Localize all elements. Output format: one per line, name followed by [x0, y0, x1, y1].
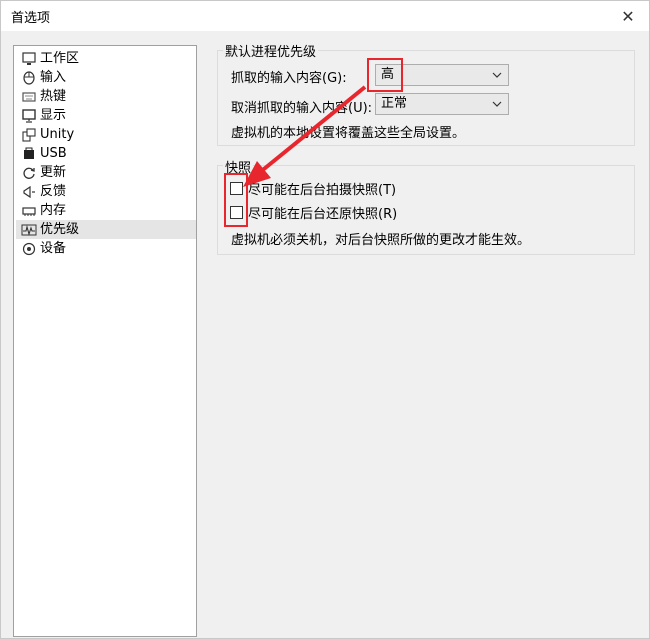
- window-title: 首选项: [11, 11, 51, 26]
- restore-snapshot-label: 尽可能在后台还原快照(R): [248, 206, 398, 222]
- sidebar-item-label: 热键: [40, 89, 67, 104]
- monitor-icon: [20, 107, 38, 125]
- sidebar-item-label: 设备: [40, 241, 67, 256]
- sidebar-item-display[interactable]: 显示: [16, 106, 196, 125]
- close-icon: ✕: [621, 6, 635, 26]
- unity-icon: [20, 126, 38, 144]
- category-sidebar: 工作区 输入 热键 显示 Unity USB 更新 反馈 内存 优先级 设备: [13, 45, 197, 637]
- sidebar-item-label: 反馈: [40, 184, 67, 199]
- ungrab-priority-select[interactable]: 正常: [375, 93, 509, 115]
- snapshot-note: 虚拟机必须关机，对后台快照所做的更改才能生效。: [231, 233, 531, 248]
- refresh-icon: [20, 164, 38, 182]
- sidebar-item-feedback[interactable]: 反馈: [16, 182, 196, 201]
- priority-group-title: 默认进程优先级: [223, 41, 319, 60]
- restore-snapshot-option[interactable]: 尽可能在后台还原快照(R): [230, 202, 397, 222]
- sidebar-item-workspace[interactable]: 工作区: [16, 49, 196, 68]
- workspace-icon: [20, 50, 38, 68]
- title-bar: 首选项 ✕: [1, 1, 649, 31]
- sidebar-item-memory[interactable]: 内存: [16, 201, 196, 220]
- close-button[interactable]: ✕: [613, 3, 643, 29]
- sidebar-item-label: 工作区: [40, 51, 80, 66]
- usb-icon: [20, 145, 38, 163]
- sidebar-item-unity[interactable]: Unity: [16, 125, 196, 144]
- sidebar-item-hotkeys[interactable]: 热键: [16, 87, 196, 106]
- sidebar-item-label: Unity: [40, 127, 75, 142]
- sidebar-item-label: 优先级: [40, 222, 80, 237]
- annotation-arrow-icon: [243, 85, 367, 187]
- keyboard-icon: [20, 88, 38, 106]
- memory-icon: [20, 202, 38, 220]
- sidebar-item-update[interactable]: 更新: [16, 163, 196, 182]
- sidebar-item-label: 更新: [40, 165, 67, 180]
- sidebar-item-label: 显示: [40, 108, 67, 123]
- preferences-window: 首选项 ✕ 工作区 输入 热键 显示 Unity USB 更新 反馈 内存 优先…: [0, 0, 650, 639]
- megaphone-icon: [20, 183, 38, 201]
- device-icon: [20, 240, 38, 258]
- chevron-down-icon: [492, 101, 502, 107]
- sidebar-item-input[interactable]: 输入: [16, 68, 196, 87]
- chevron-down-icon: [492, 72, 502, 78]
- sidebar-item-label: 内存: [40, 203, 67, 218]
- sidebar-item-priority[interactable]: 优先级: [16, 220, 196, 239]
- sidebar-item-label: USB: [40, 146, 67, 161]
- sidebar-item-devices[interactable]: 设备: [16, 239, 196, 258]
- sidebar-item-label: 输入: [40, 70, 67, 85]
- sidebar-item-usb[interactable]: USB: [16, 144, 196, 163]
- pulse-icon: [20, 221, 38, 239]
- mouse-icon: [20, 69, 38, 87]
- ungrab-priority-value: 正常: [381, 96, 408, 111]
